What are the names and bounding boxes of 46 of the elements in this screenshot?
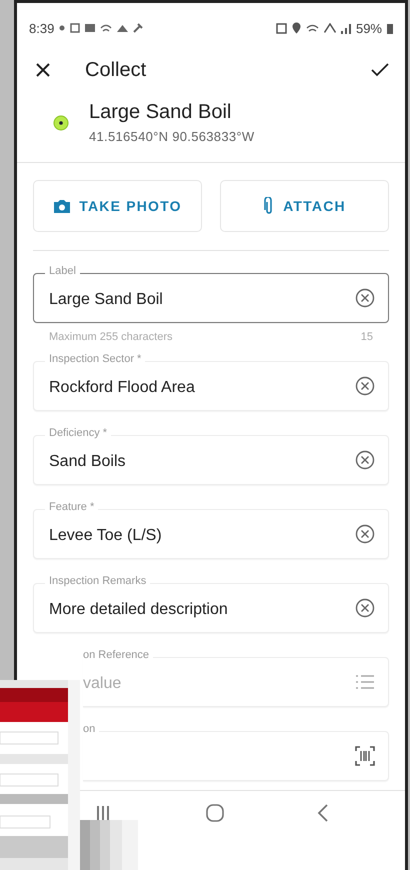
field-label: Inspection Sector * — [45, 353, 146, 365]
camera-icon — [53, 198, 72, 214]
clear-icon[interactable] — [355, 598, 375, 618]
location-icon — [292, 22, 301, 34]
field-value: More detailed description — [49, 600, 229, 619]
battery-percent: 59% — [356, 20, 382, 36]
point-marker-icon — [53, 114, 69, 130]
screen-title: Collect — [85, 58, 146, 82]
field-value: Rockford Flood Area — [49, 378, 196, 397]
take-photo-button[interactable]: TAKE PHOTO — [33, 180, 202, 232]
dot-icon — [59, 25, 66, 31]
clear-icon[interactable] — [355, 524, 375, 544]
text-field[interactable]: Inspection Remarks More detailed description — [33, 575, 389, 633]
clear-icon[interactable] — [355, 288, 375, 308]
field-placeholder: value — [83, 674, 122, 693]
field-label: on — [83, 723, 100, 735]
field-label: Feature * — [45, 501, 98, 513]
check-icon[interactable] — [371, 63, 389, 77]
field-label: on Reference — [83, 649, 154, 661]
field-value: Large Sand Boil — [49, 290, 164, 309]
battery-icon — [387, 22, 393, 34]
field-label: Inspection Remarks — [45, 575, 150, 587]
text-field[interactable]: Deficiency * Sand Boils — [33, 427, 389, 485]
field-label: Label — [45, 265, 80, 277]
clear-icon[interactable] — [355, 450, 375, 470]
character-count: 15 — [360, 331, 373, 343]
close-icon[interactable] — [35, 62, 51, 78]
wifi-icon — [306, 24, 319, 32]
text-field[interactable]: Label Large Sand Boil — [33, 265, 389, 323]
attach-button[interactable]: ATTACH — [220, 180, 389, 232]
text-field[interactable]: Feature * Levee Toe (L/S) — [33, 501, 389, 559]
feature-coordinates: 41.516540°N 90.563833°W — [89, 129, 254, 144]
wifi-icon — [100, 24, 112, 32]
helper-text: Maximum 255 characters — [49, 331, 172, 343]
back-icon[interactable] — [317, 804, 329, 822]
barcode-scan-icon[interactable] — [355, 746, 375, 766]
text-field[interactable]: Inspection Sector * Rockford Flood Area — [33, 353, 389, 411]
field-label: Deficiency * — [45, 427, 112, 439]
wrench-icon — [133, 23, 144, 33]
field-value: Sand Boils — [49, 452, 126, 471]
status-time: 8:39 — [29, 20, 54, 36]
clear-icon[interactable] — [355, 376, 375, 396]
feature-name: Large Sand Boil — [89, 101, 232, 124]
field-value: Levee Toe (L/S) — [49, 526, 163, 545]
signal-icon — [340, 22, 351, 34]
home-icon[interactable] — [205, 803, 225, 823]
